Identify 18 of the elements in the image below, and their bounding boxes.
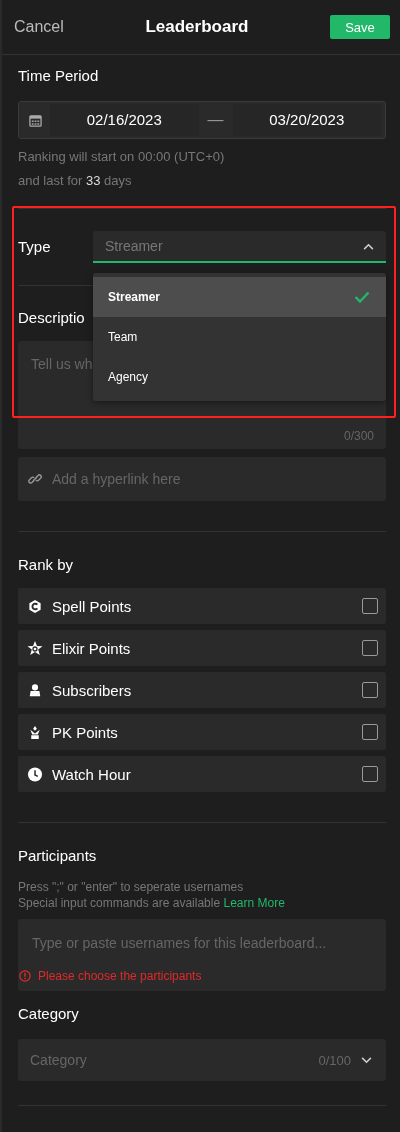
date-separator: — <box>206 111 225 129</box>
section-title: Participants <box>18 847 98 865</box>
section-title: Category <box>18 1005 80 1023</box>
hint-text: Special input commands are available Learn More <box>18 895 286 911</box>
section-title: Time Period <box>18 67 100 85</box>
section-title: Rank by <box>18 556 75 574</box>
page-title: Leaderboard <box>145 17 249 37</box>
hint-text: Press ";" or "enter" to seperate usernames <box>18 879 245 895</box>
field-label: Type <box>18 238 52 256</box>
character-counter: 0/100 <box>318 1052 351 1068</box>
placeholder-text: Type or paste usernames for this leaderboard... <box>32 935 327 951</box>
placeholder-text: Tell us wh <box>31 356 93 372</box>
hint-text: Ranking will start on 00:00 (UTC+0) <box>18 149 226 165</box>
error-message: Please choose the participants <box>38 969 202 983</box>
placeholder-text: Category <box>30 1052 88 1068</box>
section-title: Descriptio <box>18 309 86 327</box>
character-counter: 0/300 <box>343 429 374 443</box>
hint-text: and last for 33 days <box>18 173 133 189</box>
